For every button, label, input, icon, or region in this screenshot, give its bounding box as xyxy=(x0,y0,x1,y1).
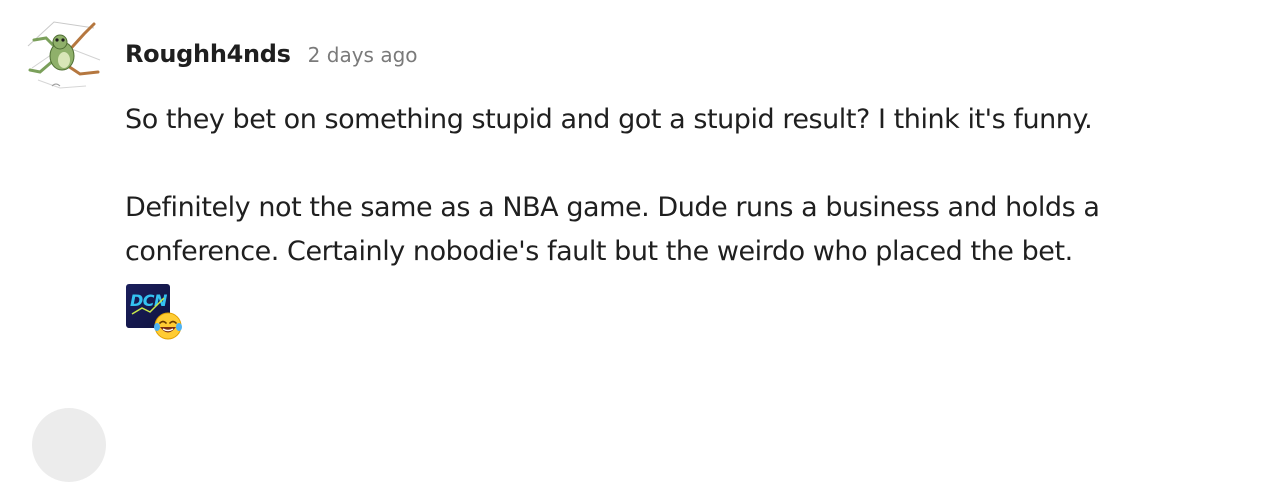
laughing-tears-emoji-icon xyxy=(154,312,182,340)
author-name[interactable]: Roughh4nds xyxy=(125,40,291,68)
comment-paragraph-2: Definitely not the same as a NBA game. D… xyxy=(125,186,1235,274)
comment-timestamp[interactable]: 2 days ago xyxy=(308,43,418,67)
comment-text-line: conference. Certainly nobodie's fault bu… xyxy=(125,236,1073,267)
next-comment-avatar[interactable] xyxy=(32,408,106,482)
user-avatar[interactable] xyxy=(24,16,106,94)
comment-paragraph-1: So they bet on something stupid and got … xyxy=(125,98,1235,142)
comment-text-line: So they bet on something stupid and got … xyxy=(125,104,1093,135)
reaction-badge[interactable]: DCN xyxy=(126,284,186,340)
comment-card: Roughh4nds 2 days ago So they bet on som… xyxy=(0,0,1276,482)
comment-header: Roughh4nds 2 days ago xyxy=(125,40,418,74)
comment-text-line: Definitely not the same as a NBA game. D… xyxy=(125,192,1100,223)
frog-avatar-icon xyxy=(27,21,101,89)
